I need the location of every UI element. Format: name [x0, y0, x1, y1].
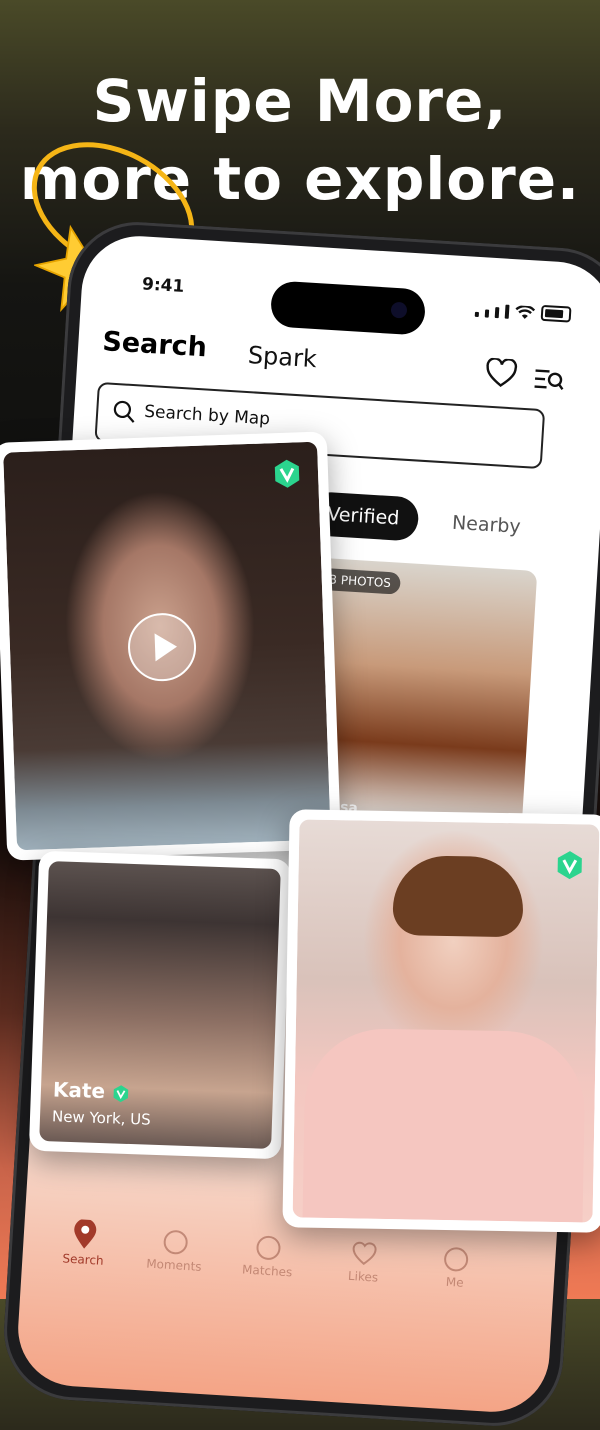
- filter-search-icon[interactable]: [532, 364, 566, 396]
- profile-card-kate[interactable]: Kate New York, US: [28, 850, 292, 1160]
- verified-badge-icon: [274, 459, 300, 488]
- search-placeholder: Search by Map: [143, 401, 271, 430]
- tab-search[interactable]: Search: [102, 326, 208, 363]
- status-icons: [474, 301, 572, 323]
- profile-icon: [444, 1247, 469, 1272]
- heart-outline-icon: [352, 1241, 377, 1266]
- profile-card-video[interactable]: [0, 431, 342, 861]
- filter-nearby-button[interactable]: Nearby: [451, 512, 521, 538]
- battery-icon: [540, 304, 572, 323]
- nav-search[interactable]: Search: [62, 1218, 106, 1268]
- profile-photo: Kate New York, US: [39, 861, 281, 1149]
- profile-photo: [292, 819, 600, 1223]
- nav-search-label: Search: [62, 1251, 105, 1268]
- heart-icon[interactable]: [484, 357, 518, 390]
- nav-moments[interactable]: Moments: [146, 1228, 204, 1274]
- tab-spark[interactable]: Spark: [247, 341, 318, 373]
- nav-likes-label: Likes: [347, 1268, 379, 1285]
- status-time: 9:41: [141, 274, 185, 297]
- nav-me-label: Me: [445, 1274, 465, 1290]
- verified-badge-icon: [557, 851, 582, 880]
- profile-photo: [3, 441, 331, 851]
- nav-likes[interactable]: Likes: [348, 1240, 381, 1285]
- wifi-icon: [515, 305, 536, 319]
- play-button[interactable]: [126, 612, 198, 683]
- dynamic-island: [269, 280, 427, 336]
- nav-matches[interactable]: Matches: [242, 1233, 295, 1279]
- search-icon: [113, 400, 135, 423]
- nav-moments-label: Moments: [145, 1256, 202, 1274]
- profile-location: New York, US: [51, 1107, 152, 1129]
- compass-icon: [163, 1230, 188, 1255]
- nav-matches-label: Matches: [241, 1262, 293, 1280]
- nav-me[interactable]: Me: [441, 1246, 470, 1291]
- smile-icon: [256, 1235, 281, 1260]
- location-pin-icon: [73, 1218, 96, 1249]
- profile-name: Kate: [53, 1077, 131, 1104]
- verified-badge-icon: [113, 1084, 129, 1102]
- profile-card-man[interactable]: [282, 809, 600, 1233]
